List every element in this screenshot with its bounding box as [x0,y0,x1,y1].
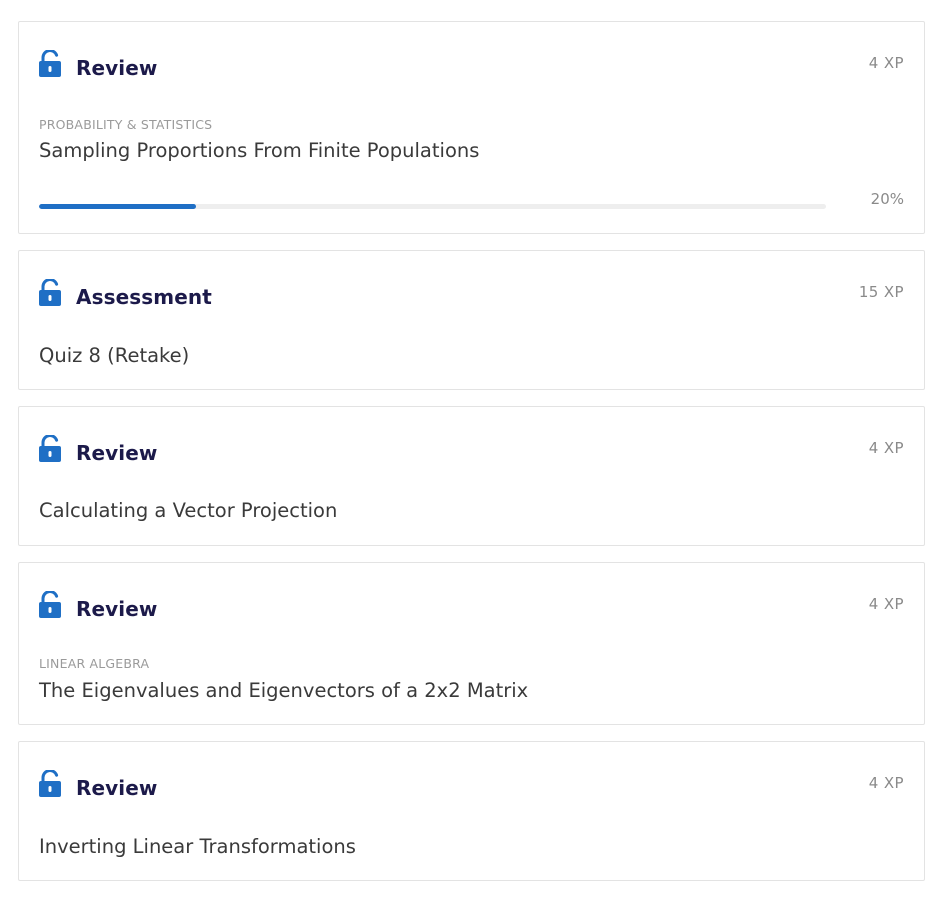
task-type-label: Review [76,441,158,465]
progress-bar-fill [39,204,197,209]
xp-badge: 4 XP [868,54,904,72]
task-title: Inverting Linear Transformations [39,835,356,858]
task-card[interactable]: Review 4 XP Calculating a Vector Project… [18,406,925,546]
task-category: LINEAR ALGEBRA [39,656,150,671]
task-title: Sampling Proportions From Finite Populat… [39,139,480,162]
xp-badge: 4 XP [868,595,904,613]
unlocked-padlock-icon [39,279,61,306]
task-card[interactable]: Assessment 15 XP Quiz 8 (Retake) [18,250,925,390]
task-title: Quiz 8 (Retake) [39,344,190,367]
task-card[interactable]: Review 4 XP PROBABILITY & STATISTICS Sam… [18,21,925,234]
xp-badge: 4 XP [868,774,904,792]
unlocked-padlock-icon [39,435,61,462]
task-list: Review 4 XP PROBABILITY & STATISTICS Sam… [0,0,950,904]
task-title: Calculating a Vector Projection [39,499,338,522]
unlocked-padlock-icon [39,770,61,797]
task-type-label: Assessment [76,285,212,309]
task-title: The Eigenvalues and Eigenvectors of a 2x… [39,679,529,702]
task-card[interactable]: Review 4 XP LINEAR ALGEBRA The Eigenvalu… [18,562,925,725]
task-type-label: Review [76,56,158,80]
unlocked-padlock-icon [39,591,61,618]
unlocked-padlock-icon [39,50,61,77]
progress-percent: 20% [870,190,904,208]
progress-bar [39,204,826,209]
task-type-label: Review [76,776,158,800]
xp-badge: 15 XP [858,283,904,301]
xp-badge: 4 XP [868,439,904,457]
task-card[interactable]: Review 4 XP Inverting Linear Transformat… [18,741,925,881]
task-type-label: Review [76,597,158,621]
task-category: PROBABILITY & STATISTICS [39,117,213,132]
